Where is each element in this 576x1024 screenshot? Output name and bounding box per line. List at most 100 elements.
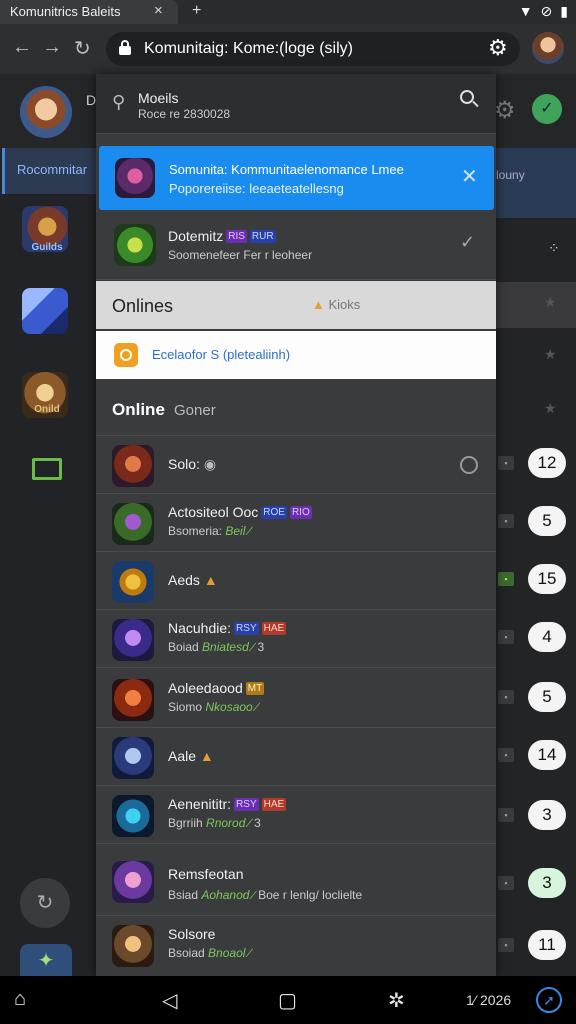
browser-tab[interactable]: Komunitrics Baleits × (0, 0, 178, 24)
back-arrow-icon[interactable]: ← (12, 36, 32, 59)
profile-avatar[interactable] (532, 32, 564, 64)
list-item[interactable]: Solo: ◉ (96, 436, 496, 494)
browser-tab-strip: Komunitrics Baleits × + ▼ ⊘ ▮ (0, 0, 576, 24)
square-button[interactable]: ▪ (498, 876, 514, 890)
list-item[interactable]: Aenenititr: RSY HAE Bgrriih Rnorod ∕ 3 (96, 786, 496, 844)
search-icon[interactable] (460, 90, 479, 108)
player-name: Aale ▲ (168, 748, 214, 764)
featured-avatar (114, 224, 156, 266)
star-icon[interactable]: ★ (544, 294, 557, 311)
notification-banner[interactable]: Somunita: Kommunitaelenomance Lmee Popor… (99, 146, 494, 210)
right-highlight (496, 282, 576, 328)
list-item[interactable]: Remsfeotan Bsiad Aohanod ∕ Boe r lenlg/ … (96, 848, 496, 916)
onlines-header[interactable]: Onlines ▲ Kioks (96, 281, 496, 329)
status-check-icon[interactable]: ✓ (532, 94, 562, 124)
tag-badge: HAE (261, 622, 287, 635)
count-badge: 5 (528, 682, 566, 712)
radio-toggle[interactable] (460, 456, 478, 474)
wifi-icon: ▼ (518, 3, 533, 19)
tag-badge: MT (245, 682, 265, 695)
list-item[interactable]: Nacuhdie: RSY HAE Boiad Bniatesd ∕ 3 (96, 610, 496, 668)
player-subtitle: Bsomeria: Beil ∕ (168, 524, 251, 538)
player-subtitle: Bsoiad Bnoaol ∕ (168, 946, 251, 960)
avatar[interactable] (20, 86, 72, 138)
search-bar[interactable]: ⚲ Moeils Roce re 2830028 (96, 74, 496, 134)
tag-badge: RSY (234, 798, 259, 811)
count-badge: 5 (528, 506, 566, 536)
status-icon (114, 343, 138, 367)
sidebar-item-selected[interactable]: Rocommitar (2, 148, 96, 194)
back-icon[interactable]: ◁ (162, 988, 177, 1013)
player-name: Actositeol Ooc ROE RIO (168, 504, 312, 520)
player-name: Remsfeotan (168, 866, 244, 882)
status-row[interactable]: Ecelaofor S (pletealiinh) (96, 331, 496, 379)
count-badge: 15 (528, 564, 566, 594)
browser-toolbar: ← → ↻ Komunitaig: Kome:(loge (sily) ⚙ (0, 24, 576, 74)
player-subtitle: Bgrriih Rnorod ∕ 3 (168, 816, 261, 830)
count-badge: 12 (528, 448, 566, 478)
status-link[interactable]: Ecelaofor S (pletealiinh) (152, 347, 290, 362)
square-button[interactable]: ▪ (498, 808, 514, 822)
tools-icon[interactable]: ✦ (20, 944, 72, 978)
right-banner-label: louny (496, 168, 525, 182)
assistant-icon[interactable]: ✲ (388, 988, 405, 1013)
player-name: Solsore (168, 926, 216, 942)
section-subtitle: Goner (174, 402, 216, 419)
notification-blocked-icon: ⊘ (540, 3, 553, 19)
forward-arrow-icon[interactable]: → (42, 36, 62, 59)
check-icon[interactable]: ✓ (460, 232, 475, 253)
square-button[interactable]: ▪ (498, 456, 514, 470)
list-item[interactable]: Solsore Bsoiad Bnoaol ∕ (96, 916, 496, 976)
battery-icon: ▮ (560, 3, 568, 19)
star-icon[interactable]: ★ (544, 400, 557, 417)
settings-gear-icon[interactable]: ⚙ (494, 96, 516, 125)
featured-name: Dotemitz RIS RUR (168, 228, 276, 244)
reload-icon[interactable]: ↻ (74, 36, 91, 61)
tag-badge: RSY (234, 622, 259, 635)
right-banner[interactable]: louny (496, 148, 576, 218)
list-item[interactable]: Aoleedaood MT Siomo Nkosaoo ∕ (96, 670, 496, 728)
count-badge: 3 (528, 868, 566, 898)
square-button[interactable]: ▪ (498, 690, 514, 704)
status-dot-icon: ◉ (203, 456, 217, 472)
tag-badge: RIS (226, 230, 247, 243)
square-button[interactable]: ▪ (498, 572, 514, 586)
right-list-column: louny ⁘ ★ ★ ★ ▪ 12 ▪ 5 ▪ 15 ▪ 4 ▪ 5 ▪ 14… (496, 148, 576, 976)
history-icon[interactable]: ↻ (20, 878, 70, 928)
url-text[interactable]: Komunitaig: Kome:(loge (sily) (144, 40, 353, 58)
list-item[interactable]: Aeds ▲ (96, 552, 496, 610)
list-item[interactable]: Actositeol Ooc ROE RIO Bsomeria: Beil ∕ (96, 494, 496, 552)
star-icon[interactable]: ★ (544, 346, 557, 363)
home-icon[interactable]: ⌂ (14, 988, 26, 1011)
new-tab-button[interactable]: + (192, 2, 201, 20)
address-bar[interactable]: Komunitaig: Kome:(loge (sily) (106, 32, 520, 66)
lock-icon (118, 40, 132, 56)
tag-badge: RUR (249, 230, 276, 243)
sidebar-caption: Guilds (31, 242, 63, 253)
tag-badge: RIO (289, 506, 312, 519)
player-subtitle: Boiad Bniatesd ∕ 3 (168, 640, 265, 654)
close-icon[interactable]: × (154, 2, 163, 19)
featured-item[interactable]: Dotemitz RIS RUR Soomenefeer Fer r leoheer… (96, 214, 496, 280)
count-badge: 3 (528, 800, 566, 830)
dots-menu-icon[interactable]: ⁘ (548, 240, 560, 257)
close-icon[interactable]: ✕ (461, 164, 478, 189)
gear-icon[interactable]: ⚙ (488, 35, 508, 61)
recents-icon[interactable]: ▢ (278, 988, 297, 1013)
tab-title: Komunitrics Baleits (10, 4, 121, 19)
square-button[interactable]: ▪ (498, 938, 514, 952)
location-pin-icon: ⚲ (112, 92, 126, 112)
player-name: Aoleedaood MT (168, 680, 265, 696)
onlines-title: Onlines (112, 296, 174, 316)
list-item[interactable]: Aale ▲ (96, 728, 496, 786)
player-avatar (112, 737, 154, 779)
sidebar-item-cube[interactable] (22, 288, 68, 334)
square-button[interactable]: ▪ (498, 630, 514, 644)
warning-icon: ▲ (199, 748, 214, 764)
square-button[interactable]: ▪ (498, 514, 514, 528)
player-avatar (112, 925, 154, 967)
mail-icon[interactable] (32, 458, 62, 480)
square-button[interactable]: ▪ (498, 748, 514, 762)
player-avatar (112, 503, 154, 545)
compass-icon[interactable]: ➚ (536, 987, 562, 1013)
